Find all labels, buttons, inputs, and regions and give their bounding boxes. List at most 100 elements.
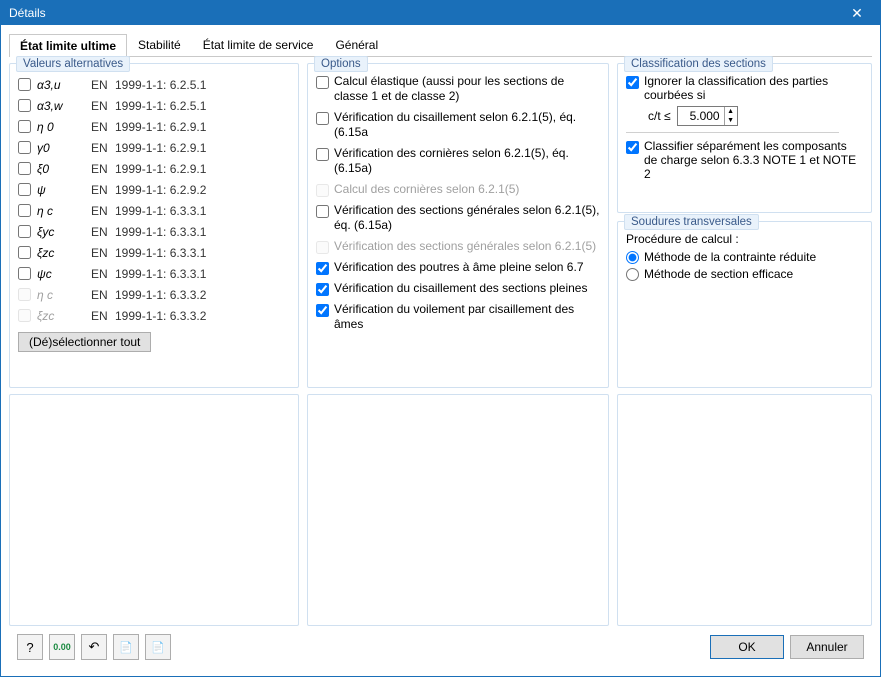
valeur-reference: 1999-1-1: 6.2.5.1 [115,78,206,92]
window-title: Détails [9,6,842,20]
radio-label: Méthode de la contrainte réduite [644,250,816,264]
blank-panel [617,394,872,626]
valeur-checkbox[interactable] [18,204,31,217]
tab-etat-limite-service[interactable]: État limite de service [192,33,325,56]
option-row: Calcul élastique (aussi pour les section… [316,74,600,104]
blank-panel [307,394,609,626]
option-row: Vérification des sections générales selo… [316,203,600,233]
valeur-reference: 1999-1-1: 6.2.9.1 [115,120,206,134]
reset-icon[interactable]: ↶ [81,634,107,660]
toggle-all-button[interactable]: (Dé)sélectionner tout [18,332,151,352]
option-label: Vérification du voilement par cisailleme… [334,302,600,332]
checkbox-classifier-separement[interactable] [626,141,639,154]
valeur-standard: EN [91,78,115,92]
spin-up-icon[interactable]: ▲ [725,107,737,116]
option-checkbox[interactable] [316,112,329,125]
valeur-checkbox [18,288,31,301]
valeur-reference: 1999-1-1: 6.3.3.1 [115,204,206,218]
checkbox-ignore-curved[interactable] [626,76,639,89]
group-classification: Classification des sections Ignorer la c… [617,63,872,213]
valeur-standard: EN [91,288,115,302]
separator [626,132,839,133]
valeur-reference: 1999-1-1: 6.2.5.1 [115,99,206,113]
valeur-row: ψcEN1999-1-1: 6.3.3.1 [18,263,290,284]
client-area: État limite ultime Stabilité État limite… [1,25,880,676]
option-checkbox[interactable] [316,148,329,161]
valeur-standard: EN [91,267,115,281]
valeur-checkbox[interactable] [18,141,31,154]
ok-button[interactable]: OK [710,635,784,659]
valeur-symbol: η 0 [37,120,91,134]
option-checkbox [316,184,329,197]
valeur-symbol: ξ0 [37,162,91,176]
valeur-checkbox[interactable] [18,183,31,196]
ct-label: c/t ≤ [648,109,671,123]
profile-save-icon[interactable]: 📄 [113,634,139,660]
valeur-symbol: ψc [37,267,91,281]
valeur-standard: EN [91,99,115,113]
option-row: Vérification des sections générales selo… [316,239,600,254]
valeur-reference: 1999-1-1: 6.2.9.1 [115,162,206,176]
radio-label: Méthode de section efficace [644,267,793,281]
valeur-standard: EN [91,141,115,155]
option-label: Vérification des cornières selon 6.2.1(5… [334,146,600,176]
valeur-standard: EN [91,246,115,260]
label-classifier-separement: Classifier séparément les composants de … [644,139,863,181]
radio-contrainte-reduite[interactable] [626,251,639,264]
valeur-symbol: α3,u [37,78,91,92]
valeur-row: α3,wEN1999-1-1: 6.2.5.1 [18,95,290,116]
valeur-reference: 1999-1-1: 6.2.9.2 [115,183,206,197]
valeur-reference: 1999-1-1: 6.2.9.1 [115,141,206,155]
units-icon[interactable]: 0.00 [49,634,75,660]
valeur-reference: 1999-1-1: 6.3.3.1 [115,225,206,239]
option-label: Vérification des sections générales selo… [334,239,596,254]
ct-value-input[interactable] [678,107,724,125]
option-checkbox[interactable] [316,283,329,296]
valeur-row: ξzcEN1999-1-1: 6.3.3.2 [18,305,290,326]
valeur-standard: EN [91,162,115,176]
valeur-symbol: η c [37,288,91,302]
details-dialog: Détails ✕ État limite ultime Stabilité É… [0,0,881,677]
option-checkbox[interactable] [316,304,329,317]
group-legend: Classification des sections [624,56,773,72]
valeur-checkbox[interactable] [18,120,31,133]
valeur-row: ξycEN1999-1-1: 6.3.3.1 [18,221,290,242]
option-checkbox[interactable] [316,76,329,89]
tab-stabilite[interactable]: Stabilité [127,33,192,56]
help-icon[interactable]: ? [17,634,43,660]
option-checkbox[interactable] [316,205,329,218]
option-row: Calcul des cornières selon 6.2.1(5) [316,182,600,197]
valeur-symbol: γ0 [37,141,91,155]
option-label: Calcul des cornières selon 6.2.1(5) [334,182,519,197]
valeur-row: η 0EN1999-1-1: 6.2.9.1 [18,116,290,137]
group-soudures-transversales: Soudures transversales Procédure de calc… [617,221,872,388]
valeur-checkbox[interactable] [18,162,31,175]
tab-general[interactable]: Général [324,33,389,56]
valeur-checkbox[interactable] [18,78,31,91]
spin-down-icon[interactable]: ▼ [725,116,737,125]
option-row: Vérification du cisaillement selon 6.2.1… [316,110,600,140]
valeur-symbol: ψ [37,183,91,197]
valeur-row: α3,uEN1999-1-1: 6.2.5.1 [18,74,290,95]
valeur-row: ξ0EN1999-1-1: 6.2.9.1 [18,158,290,179]
profile-load-icon[interactable]: 📄 [145,634,171,660]
radio-section-efficace[interactable] [626,268,639,281]
blank-panel [9,394,299,626]
tab-content: Valeurs alternatives α3,uEN1999-1-1: 6.2… [9,57,872,626]
valeur-checkbox[interactable] [18,246,31,259]
ct-spinbox[interactable]: ▲ ▼ [677,106,738,126]
option-row: Vérification du voilement par cisailleme… [316,302,600,332]
valeur-reference: 1999-1-1: 6.3.3.2 [115,288,206,302]
group-legend: Soudures transversales [624,214,759,230]
close-icon[interactable]: ✕ [842,5,872,22]
option-label: Calcul élastique (aussi pour les section… [334,74,600,104]
valeur-row: ψEN1999-1-1: 6.2.9.2 [18,179,290,200]
valeur-checkbox[interactable] [18,225,31,238]
valeur-checkbox[interactable] [18,99,31,112]
valeur-standard: EN [91,120,115,134]
valeur-checkbox[interactable] [18,267,31,280]
option-checkbox[interactable] [316,262,329,275]
tab-etat-limite-ultime[interactable]: État limite ultime [9,34,127,57]
valeur-symbol: ξyc [37,225,91,239]
cancel-button[interactable]: Annuler [790,635,864,659]
